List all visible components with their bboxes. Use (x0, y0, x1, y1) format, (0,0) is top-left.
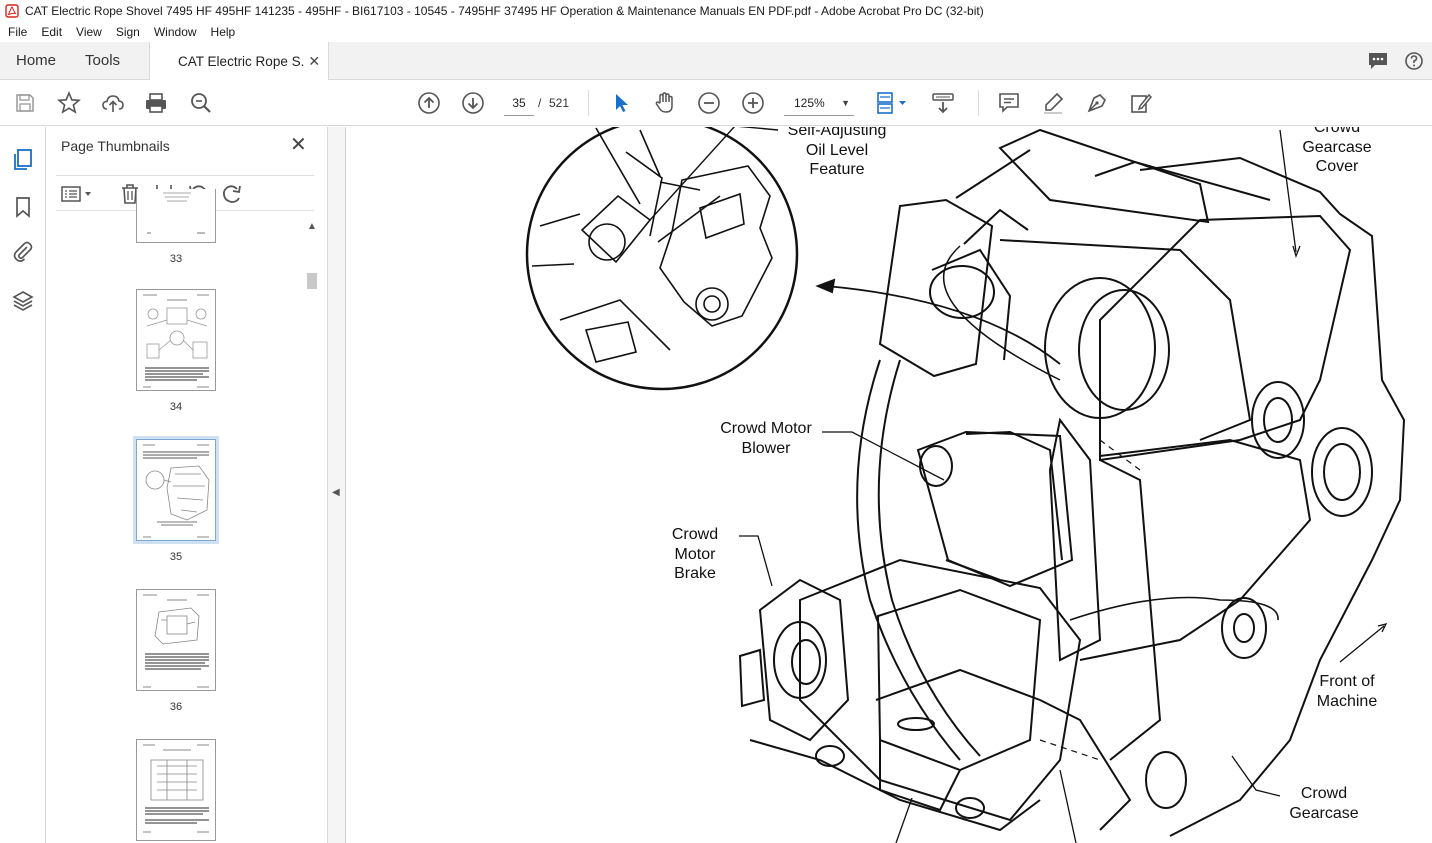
title-bar: CAT Electric Rope Shovel 7495 HF 495HF 1… (0, 0, 1432, 22)
page-number-input[interactable]: 35 (504, 90, 534, 116)
tab-home[interactable]: Home (0, 42, 70, 79)
edit-pdf-icon[interactable] (1129, 91, 1153, 115)
select-cursor-icon[interactable] (609, 91, 633, 115)
menu-bar: File Edit View Sign Window Help (0, 22, 1432, 42)
print-icon[interactable] (144, 91, 168, 115)
callout-gearcase: Crowd Gearcase (1281, 784, 1367, 823)
thumbnail-item[interactable] (136, 739, 216, 841)
callout-line: Gearcase (1302, 138, 1372, 156)
scroll-mode-icon[interactable] (931, 91, 955, 115)
callout-line: Oil Level (805, 141, 869, 159)
thumbnail-options-icon[interactable] (60, 182, 94, 206)
callout-line: Crowd Motor (720, 420, 812, 437)
callout-line: Self-Adjusting (787, 127, 887, 139)
save-icon[interactable] (13, 91, 37, 115)
callout-line: Cover (1315, 158, 1359, 175)
acrobat-icon (5, 4, 19, 18)
menu-file[interactable]: File (0, 25, 34, 39)
page-total: 521 (549, 96, 570, 110)
bookmarks-icon[interactable] (11, 195, 35, 219)
thumbnail-page-number: 36 (169, 701, 183, 713)
callout-line: Gearcase (1289, 804, 1359, 822)
attachments-icon[interactable] (11, 240, 35, 264)
thumbnail-page (136, 289, 216, 391)
callout-line: Brake (674, 565, 716, 582)
callout-line: Crowd (671, 526, 719, 543)
thumbnail-page (136, 189, 216, 243)
tab-tools[interactable]: Tools (70, 42, 135, 79)
bookmark-star-icon[interactable] (57, 91, 81, 115)
toolbar-divider (978, 90, 979, 116)
document-tab-label: CAT Electric Rope S... (178, 54, 305, 69)
zoom-out-icon[interactable] (697, 91, 721, 115)
previous-page-icon[interactable] (417, 91, 441, 115)
left-rail (0, 127, 46, 843)
main-toolbar (0, 80, 1432, 126)
zoom-in-icon[interactable] (741, 91, 765, 115)
thumbnail-item[interactable]: 36 (136, 589, 216, 713)
callout-line: Crowd (1300, 785, 1348, 802)
page-thumbnails-icon[interactable] (11, 148, 35, 172)
thumbnail-page (136, 739, 216, 841)
menu-edit[interactable]: Edit (34, 25, 69, 39)
search-zoom-icon[interactable] (189, 91, 213, 115)
scroll-up-icon[interactable]: ▲ (307, 221, 317, 232)
zoom-select[interactable]: 125% ▼ (784, 90, 854, 116)
menu-sign[interactable]: Sign (109, 25, 147, 39)
callout-oil-level: Self-Adjusting Oil Level Feature (783, 127, 891, 180)
rotate-right-icon[interactable] (220, 182, 244, 206)
thumbnail-scrollbar[interactable]: ▲ (305, 219, 319, 841)
highlight-pen-icon[interactable] (1041, 91, 1065, 115)
menu-view[interactable]: View (69, 25, 109, 39)
callout-motor-brake: Crowd Motor Brake (665, 525, 725, 584)
close-panel-icon[interactable]: ✕ (290, 135, 307, 155)
help-icon[interactable] (1396, 51, 1432, 71)
thumbnail-page-number: 34 (169, 401, 183, 413)
upload-cloud-icon[interactable] (101, 91, 125, 115)
thumbnail-page-number: 35 (169, 551, 183, 563)
tab-document[interactable]: CAT Electric Rope S... ✕ (149, 42, 330, 81)
page-separator: / (538, 96, 542, 110)
sign-pen-icon[interactable] (1085, 91, 1109, 115)
scrollbar-thumb[interactable] (307, 273, 317, 289)
collapse-panel-icon[interactable]: ◀ (332, 487, 340, 498)
zoom-value: 125% (794, 96, 825, 110)
comment-icon[interactable] (1360, 51, 1396, 71)
tab-bar: Home Tools CAT Electric Rope S... ✕ (0, 42, 1432, 81)
panel-collapse-strip[interactable]: ◀ (328, 127, 346, 843)
thumbnail-page-number: 33 (169, 253, 183, 265)
panel-title: Page Thumbnails (61, 138, 170, 154)
callout-line: Blower (741, 439, 791, 457)
callout-front-of-machine: Front of Machine (1307, 672, 1387, 711)
callout-motor-blower: Crowd Motor Blower (711, 419, 821, 458)
close-tab-icon[interactable]: ✕ (308, 53, 320, 70)
menu-window[interactable]: Window (147, 25, 204, 39)
page-display-icon[interactable] (874, 91, 910, 115)
next-page-icon[interactable] (461, 91, 485, 115)
thumbnail-item-selected[interactable]: 35 (130, 433, 222, 563)
thumbnail-page (133, 436, 219, 544)
callout-line: Feature (809, 161, 865, 178)
window-title: CAT Electric Rope Shovel 7495 HF 495HF 1… (25, 4, 984, 18)
thumbnails-panel: Page Thumbnails ✕ ▲ 33 34 35 36 (46, 127, 328, 843)
document-view[interactable]: Self-Adjusting Oil Level Feature Crowd G… (347, 127, 1432, 843)
diagram-drawing (525, 127, 1406, 843)
callout-line: Machine (1316, 692, 1378, 710)
callout-line: Front of (1319, 673, 1375, 690)
thumbnail-page (136, 589, 216, 691)
menu-help[interactable]: Help (204, 25, 243, 39)
callout-line: Motor (674, 545, 716, 563)
callout-gearcase-cover: Crowd Gearcase Cover (1291, 127, 1383, 177)
thumbnail-item[interactable]: 34 (136, 289, 216, 413)
tabbar-right-icons (1360, 42, 1432, 80)
add-comment-icon[interactable] (997, 91, 1021, 115)
thumbnail-item[interactable]: 33 (136, 189, 216, 265)
callout-line: Crowd (1313, 127, 1361, 136)
layers-icon[interactable] (11, 289, 35, 313)
hand-tool-icon[interactable] (653, 91, 677, 115)
toolbar-divider (588, 90, 589, 116)
chevron-down-icon: ▼ (841, 98, 850, 108)
